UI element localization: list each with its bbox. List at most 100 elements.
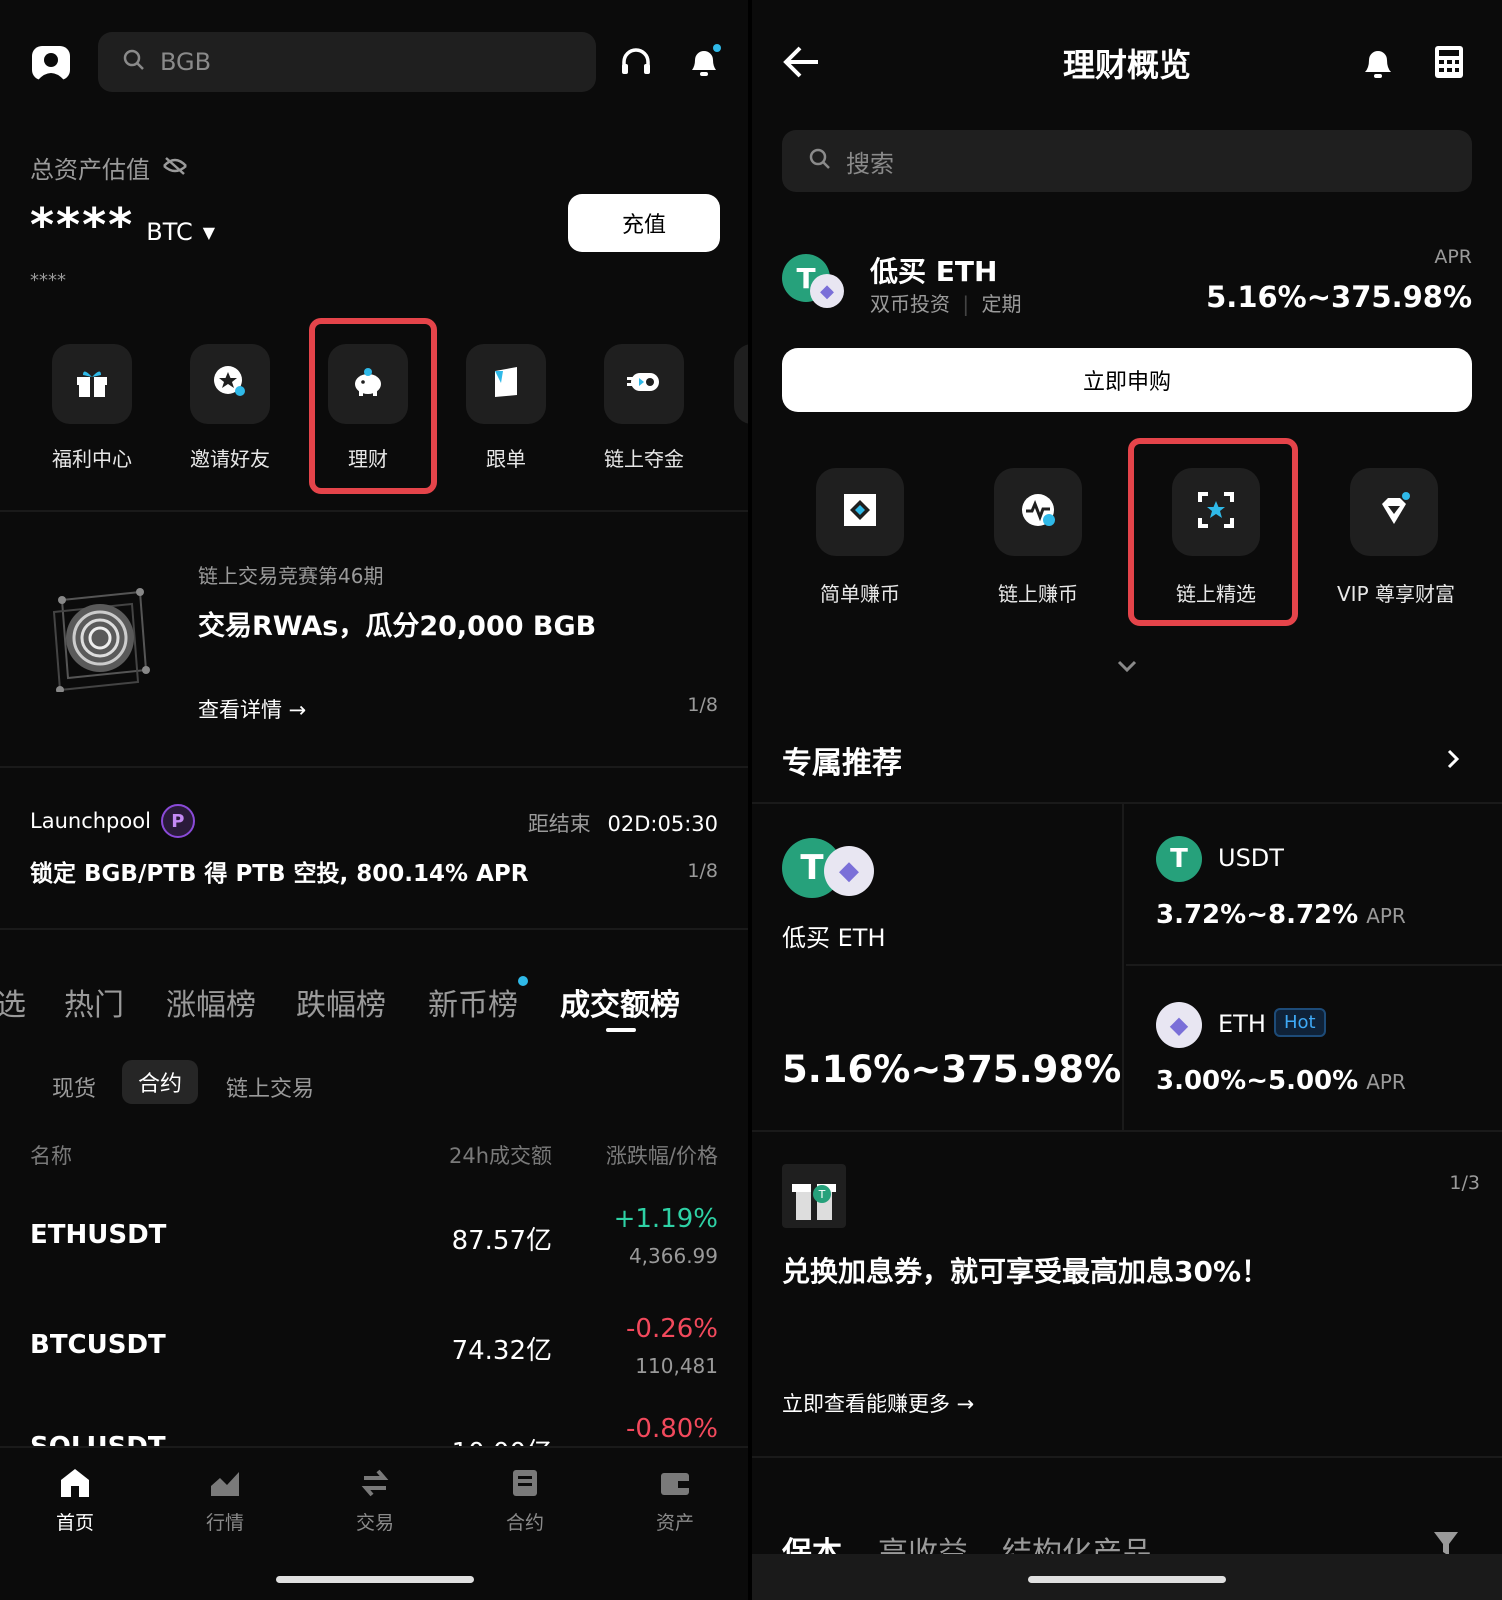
banner-subtitle: 链上交易竞赛第46期 bbox=[198, 564, 384, 588]
quick-action-label: 跟单 bbox=[486, 447, 526, 471]
table-row[interactable]: BTCUSDT 74.32亿 -0.26% 110,481 bbox=[0, 1300, 748, 1400]
balance-unit-select[interactable]: BTC ▼ bbox=[146, 218, 215, 246]
quick-action-invite[interactable] bbox=[190, 344, 270, 424]
quick-action-label: 邀请好友 bbox=[190, 447, 270, 471]
nav-label: 行情 bbox=[205, 1512, 244, 1534]
rec-card-eth[interactable]: ◆ ETH Hot 3.00%~5.00% APR bbox=[1126, 968, 1502, 1130]
hero-tag-fixed: 定期 bbox=[981, 292, 1022, 316]
search-icon bbox=[122, 48, 146, 76]
tab-volume[interactable]: 成交额榜 bbox=[560, 980, 680, 1024]
tab-new-listings[interactable]: 新币榜 bbox=[428, 980, 518, 1024]
table-row[interactable]: ETHUSDT 87.57亿 +1.19% 4,366.99 bbox=[0, 1190, 748, 1290]
header-volume[interactable]: 24h成交额 bbox=[449, 1140, 552, 1170]
subtab-futures[interactable]: 合约 bbox=[122, 1060, 198, 1104]
tag-separator: | bbox=[962, 292, 970, 316]
banner-title: 交易RWAs，瓜分20,000 BGB bbox=[198, 611, 597, 642]
subscribe-now-button[interactable]: 立即申购 bbox=[782, 348, 1472, 412]
tab-structured[interactable]: 结构化产品 bbox=[1002, 1528, 1152, 1554]
headset-icon[interactable] bbox=[618, 44, 654, 84]
volume: 74.32亿 bbox=[451, 1336, 552, 1366]
product-label: VIP 尊享财富 bbox=[1337, 582, 1455, 606]
nav-label: 资产 bbox=[655, 1512, 694, 1534]
onchain-gold-icon bbox=[625, 363, 663, 405]
rec-apr: 3.72%~8.72% bbox=[1156, 900, 1359, 930]
rec-card-usdt[interactable]: T USDT 3.72%~8.72% APR bbox=[1126, 804, 1502, 966]
rec-card-dual[interactable]: T ◆ 低买 ETH 5.16%~375.98% bbox=[752, 804, 1124, 1130]
filter-icon[interactable] bbox=[1432, 1530, 1460, 1554]
tab-losers[interactable]: 跌幅榜 bbox=[296, 980, 386, 1024]
left-screen: BGB 总资产估值 **** BTC ▼ **** 充值 福利中心 邀请好友 理… bbox=[0, 0, 748, 1600]
volume: 87.57亿 bbox=[451, 1226, 552, 1256]
banner-pager: 1/8 bbox=[687, 694, 718, 716]
eth-coin-icon: ◆ bbox=[824, 846, 874, 896]
active-tab-underline bbox=[606, 1028, 636, 1032]
product-onchain-earn[interactable] bbox=[994, 468, 1082, 556]
trade-swap-icon bbox=[358, 1469, 392, 1504]
tab-favorites[interactable]: 选 bbox=[0, 980, 26, 1024]
tab-hot[interactable]: 热门 bbox=[64, 980, 124, 1024]
bell-icon[interactable] bbox=[684, 42, 724, 86]
hot-badge: Hot bbox=[1274, 1008, 1326, 1037]
launchpool-label: Launchpool bbox=[30, 809, 151, 833]
quick-action-welfare[interactable] bbox=[52, 344, 132, 424]
product-simple-earn[interactable] bbox=[816, 468, 904, 556]
app-logo[interactable] bbox=[30, 40, 72, 82]
symbol: ETHUSDT bbox=[30, 1220, 167, 1250]
table-row[interactable]: SOLUSDT 10.00亿 -0.80% bbox=[0, 1408, 748, 1448]
rec-product-name: 低买 ETH bbox=[782, 924, 886, 952]
vip-diamond-icon bbox=[1374, 490, 1414, 534]
nav-label: 交易 bbox=[355, 1512, 394, 1534]
usdt-coin-icon: T bbox=[1156, 836, 1202, 882]
deposit-button[interactable]: 充值 bbox=[568, 194, 720, 252]
promo-card[interactable]: T 1/3 兑换加息券，就可享受最高加息30%！ 立即查看能赚更多 → bbox=[752, 1132, 1502, 1456]
ptb-token-icon: P bbox=[160, 804, 195, 838]
rec-apr: 3.00%~5.00% bbox=[1156, 1066, 1359, 1096]
header-change[interactable]: 涨跌幅/价格 bbox=[606, 1140, 718, 1170]
launchpool-desc: 锁定 BGB/PTB 得 PTB 空投, 800.14% APR bbox=[30, 861, 529, 887]
change-percent: -0.26% bbox=[626, 1314, 718, 1344]
highlight-box-earn bbox=[309, 318, 437, 494]
search-input[interactable]: BGB bbox=[98, 32, 596, 92]
search-placeholder: BGB bbox=[160, 48, 212, 76]
subtab-spot[interactable]: 现货 bbox=[52, 1071, 96, 1103]
subtab-onchain[interactable]: 链上交易 bbox=[226, 1071, 314, 1103]
copy-trade-icon bbox=[487, 363, 525, 405]
nav-markets[interactable]: 行情 bbox=[175, 1466, 275, 1535]
new-dot-indicator bbox=[518, 976, 528, 986]
nav-trade[interactable]: 交易 bbox=[325, 1466, 425, 1535]
quick-action-onchain-gold[interactable] bbox=[604, 344, 684, 424]
calculator-icon[interactable] bbox=[1432, 44, 1466, 84]
hero-product-name: 低买 ETH bbox=[870, 255, 998, 288]
expand-chevron-down-icon[interactable] bbox=[1116, 658, 1138, 677]
countdown-value: 02D:05:30 bbox=[607, 812, 719, 836]
tab-high-yield[interactable]: 高收益 bbox=[878, 1528, 968, 1554]
caret-down-icon: ▼ bbox=[202, 222, 216, 242]
onchain-earn-icon bbox=[1018, 490, 1058, 534]
banner-details-link[interactable]: 查看详情 → bbox=[198, 694, 306, 724]
quick-action-label: 福利中心 bbox=[52, 447, 132, 471]
banner-card[interactable]: 链上交易竞赛第46期 交易RWAs，瓜分20,000 BGB 查看详情 → 1/… bbox=[0, 512, 748, 766]
hero-tag-dual: 双币投资 bbox=[870, 292, 950, 316]
product-vip-wealth[interactable] bbox=[1350, 468, 1438, 556]
price: 110,481 bbox=[635, 1354, 718, 1378]
quick-action-label: 链上夺金 bbox=[604, 447, 684, 471]
eye-hidden-icon[interactable] bbox=[162, 156, 188, 180]
nav-assets[interactable]: 资产 bbox=[625, 1466, 725, 1535]
promo-link[interactable]: 立即查看能赚更多 → bbox=[782, 1388, 974, 1418]
nav-home[interactable]: 首页 bbox=[25, 1466, 125, 1535]
quick-action-copytrade[interactable] bbox=[466, 344, 546, 424]
rec-coin-name: ETH bbox=[1218, 1010, 1266, 1038]
chevron-right-icon[interactable] bbox=[1446, 748, 1460, 774]
search-input[interactable]: 搜索 bbox=[782, 130, 1472, 192]
search-icon bbox=[808, 147, 832, 175]
nav-futures[interactable]: 合约 bbox=[475, 1466, 575, 1535]
tab-principal-protected[interactable]: 保本 bbox=[782, 1528, 842, 1554]
tab-gainers[interactable]: 涨幅榜 bbox=[166, 980, 256, 1024]
balance-hidden: **** bbox=[30, 198, 135, 252]
gift-icon bbox=[73, 363, 111, 405]
promo-pager: 1/3 bbox=[1449, 1172, 1480, 1194]
quick-action-more-partial[interactable] bbox=[734, 344, 748, 424]
launchpool-card[interactable]: Launchpool P 距结束 02D:05:30 锁定 BGB/PTB 得 … bbox=[0, 768, 748, 928]
banner-cube-illustration bbox=[48, 582, 158, 696]
bell-icon[interactable] bbox=[1360, 42, 1396, 86]
